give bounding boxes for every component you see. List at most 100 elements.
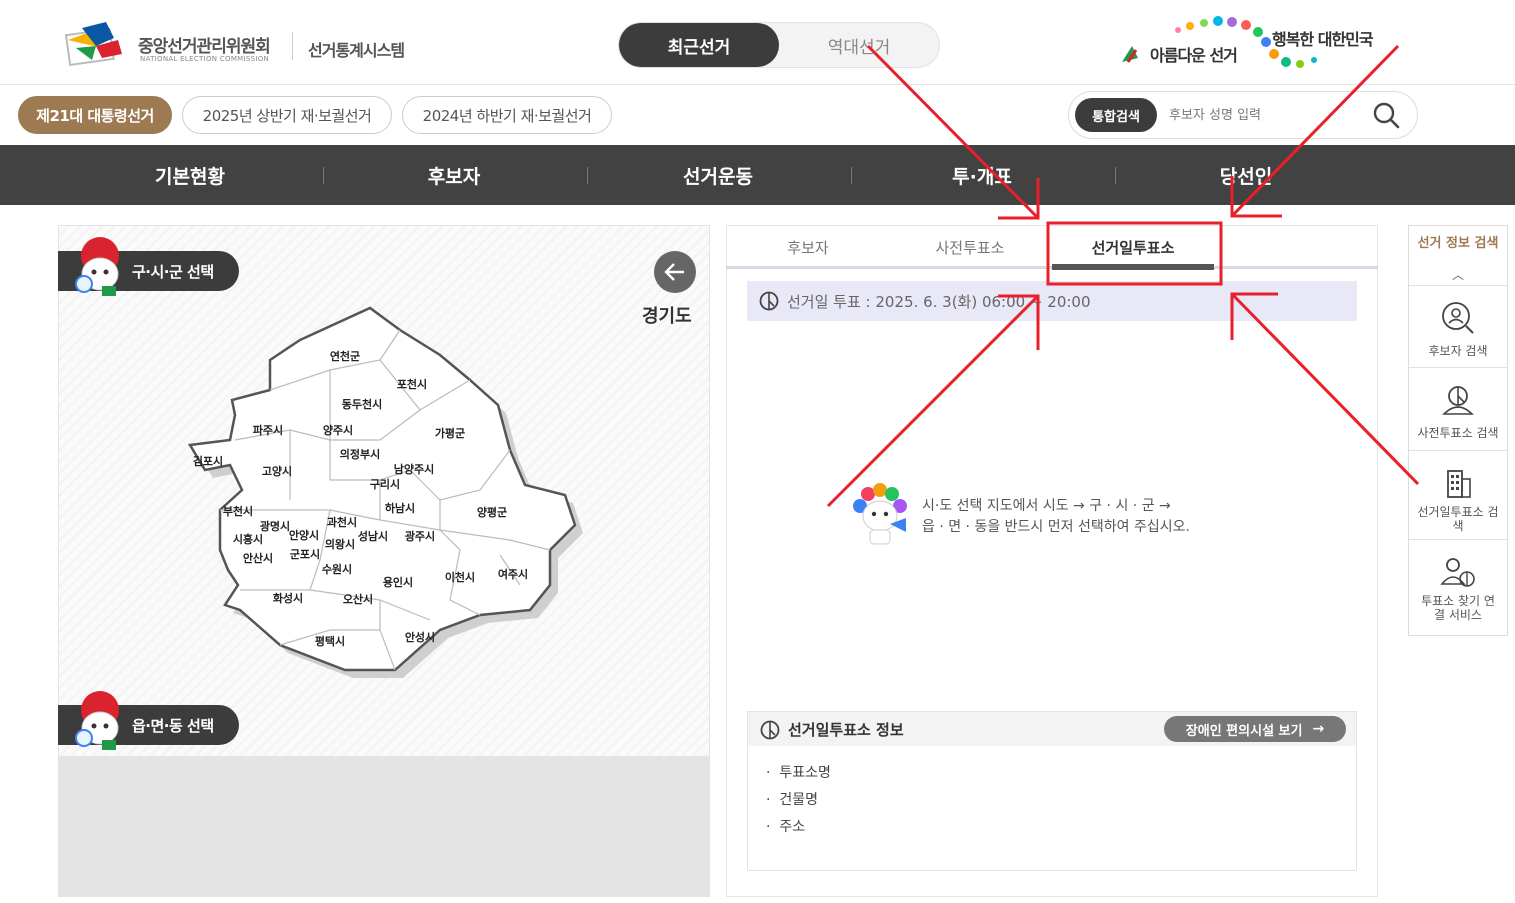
district-label[interactable]: 평택시: [315, 634, 345, 648]
district-label[interactable]: 광주시: [405, 530, 435, 543]
district-label[interactable]: 수원시: [322, 562, 352, 576]
side-item-label: 후보자 검색: [1428, 344, 1488, 358]
district-label[interactable]: 안산시: [243, 551, 273, 565]
system-name: 선거통계시스템: [308, 41, 405, 60]
district-label[interactable]: 안성시: [405, 630, 435, 644]
info-item-building: · 건물명: [766, 792, 818, 808]
district-label[interactable]: 의왕시: [325, 537, 355, 551]
district-label[interactable]: 오산시: [343, 592, 373, 606]
district-label[interactable]: 군포시: [290, 548, 320, 561]
district-label[interactable]: 성남시: [358, 529, 388, 543]
side-menu-title: 선거 정보 검색: [1417, 236, 1499, 251]
district-label[interactable]: 양평군: [477, 505, 507, 519]
station-info-box: 선거일투표소 정보 장애인 편의시설 보기 → · 투표소명 · 건물명 · 주…: [747, 711, 1357, 871]
vote-time-text: 선거일 투표 : 2025. 6. 3(화) 06:00 ~ 20:00: [787, 292, 1091, 311]
tab-election-day-stations[interactable]: 선거일투표소: [1052, 226, 1214, 268]
side-item-label: 선거일투표소 검색: [1417, 505, 1499, 533]
district-label[interactable]: 화성시: [273, 591, 303, 605]
district-label[interactable]: 부천시: [223, 504, 253, 518]
early-voting-icon: [1442, 386, 1474, 415]
candidate-search-icon: [1442, 302, 1474, 334]
info-item-station-name: · 투표소명: [766, 765, 831, 781]
district-label[interactable]: 하남시: [385, 501, 415, 515]
district-label[interactable]: 광명시: [260, 519, 290, 533]
election-chip-2024-by-election[interactable]: 2024년 하반기 재·보궐선거: [402, 96, 612, 134]
info-item-label: 건물명: [779, 792, 818, 808]
guide-line-1: 시·도 선택 지도에서 시도 → 구 · 시 · 군 →: [922, 498, 1171, 514]
side-candidate-search[interactable]: 후보자 검색: [1409, 285, 1507, 367]
district-label[interactable]: 시흥시: [233, 532, 263, 546]
side-item-label: 투표소 찾기 연결 서비스: [1421, 594, 1495, 622]
past-election-button[interactable]: 역대선거: [779, 23, 939, 67]
arrow-left-icon: [664, 263, 684, 281]
info-item-address: · 주소: [766, 819, 806, 835]
accessibility-facilities-button[interactable]: 장애인 편의시설 보기 →: [1164, 716, 1346, 742]
nec-logo-icon: [64, 22, 122, 66]
nav-voting-counting[interactable]: 투·개표: [850, 145, 1114, 205]
side-early-voting-search[interactable]: 사전투표소 검색: [1409, 367, 1507, 450]
integrated-search: 통합검색: [1068, 91, 1418, 139]
chevron-up-icon[interactable]: ︿: [1409, 266, 1507, 283]
district-label[interactable]: 김포시: [193, 455, 223, 468]
logo-divider: [292, 32, 293, 60]
election-chip-presidential-21[interactable]: 제21대 대통령선거: [18, 96, 172, 134]
nav-basic-status[interactable]: 기본현황: [58, 145, 322, 205]
nav-campaign[interactable]: 선거운동: [586, 145, 850, 205]
map-back-button[interactable]: [654, 251, 696, 293]
header-divider: [0, 84, 1515, 85]
election-chip-2025-by-election[interactable]: 2025년 상반기 재·보궐선거: [182, 96, 392, 134]
district-label[interactable]: 여주시: [498, 567, 528, 581]
dong-list-area: [58, 757, 710, 897]
accessibility-button-label: 장애인 편의시설 보기: [1185, 723, 1303, 739]
mascot-icon: [75, 691, 119, 750]
nav-winners[interactable]: 당선인: [1114, 145, 1378, 205]
district-label[interactable]: 동두천시: [342, 397, 382, 411]
vote-time-banner: 선거일 투표 : 2025. 6. 3(화) 06:00 ~ 20:00: [747, 281, 1357, 321]
district-label[interactable]: 가평군: [435, 426, 465, 440]
building-icon: [1447, 470, 1471, 498]
mascot-icon: [75, 237, 119, 296]
info-item-label: 투표소명: [779, 765, 831, 781]
guide-mascot-icon: [853, 483, 907, 545]
org-name: 중앙선거관리위원회: [138, 37, 271, 57]
arrow-right-icon: →: [1312, 721, 1325, 737]
district-label[interactable]: 연천군: [330, 349, 360, 363]
integrated-search-button[interactable]: 통합검색: [1075, 98, 1157, 132]
nec-logo[interactable]: 중앙선거관리위원회 NATIONAL ELECTION COMMISSION 선…: [62, 18, 432, 68]
guide-message: 시·도 선택 지도에서 시도 → 구 · 시 · 군 → 읍 · 면 · 동을 …: [922, 496, 1190, 538]
side-quick-menu: 선거 정보 검색 ︿ 후보자 검색 사전투표소 검색 선거일투표소 검색 투표소…: [1408, 225, 1508, 636]
tab-candidates[interactable]: 후보자: [728, 226, 888, 268]
info-item-label: 주소: [779, 819, 806, 835]
district-label[interactable]: 구리시: [370, 477, 400, 491]
district-label[interactable]: 고양시: [262, 464, 292, 478]
station-info-header: 선거일투표소 정보 장애인 편의시설 보기 →: [748, 712, 1356, 746]
district-label[interactable]: 안양시: [289, 528, 319, 542]
station-info-title: 선거일투표소 정보: [788, 720, 904, 739]
side-election-day-search[interactable]: 선거일투표소 검색: [1409, 450, 1507, 539]
district-label[interactable]: 포천시: [397, 377, 427, 391]
guide-line-2: 읍 · 면 · 동을 반드시 먼저 선택하여 주십시오.: [922, 519, 1190, 535]
search-icon[interactable]: [1371, 100, 1401, 130]
slogan-text-left: 아름다운 선거: [1150, 46, 1238, 65]
district-label[interactable]: 과천시: [327, 515, 357, 529]
slogan-logo: 아름다운 선거 행복한 대한민국: [1118, 16, 1398, 72]
district-label[interactable]: 양주시: [323, 423, 353, 437]
clock-icon: [760, 720, 780, 740]
slogan-text-right: 행복한 대한민국: [1272, 30, 1374, 49]
tab-early-voting-stations[interactable]: 사전투표소: [890, 226, 1050, 268]
active-tab-indicator: [1052, 264, 1214, 270]
side-item-label: 사전투표소 검색: [1417, 426, 1499, 440]
district-label[interactable]: 용인시: [383, 575, 413, 589]
district-label[interactable]: 남양주시: [394, 462, 434, 476]
recent-election-button[interactable]: 최근선거: [619, 23, 779, 67]
district-label[interactable]: 이천시: [445, 570, 475, 584]
candidate-search-input[interactable]: [1169, 100, 1359, 130]
org-name-en: NATIONAL ELECTION COMMISSION: [140, 55, 270, 63]
side-find-station-link[interactable]: 투표소 찾기 연결 서비스: [1409, 539, 1507, 636]
district-label[interactable]: 의정부시: [340, 447, 380, 461]
find-station-icon: [1440, 558, 1475, 587]
district-label[interactable]: 파주시: [253, 423, 283, 437]
nav-candidates[interactable]: 후보자: [322, 145, 586, 205]
clock-icon: [759, 291, 779, 311]
main-nav: 기본현황 후보자 선거운동 투·개표 당선인: [0, 145, 1515, 205]
